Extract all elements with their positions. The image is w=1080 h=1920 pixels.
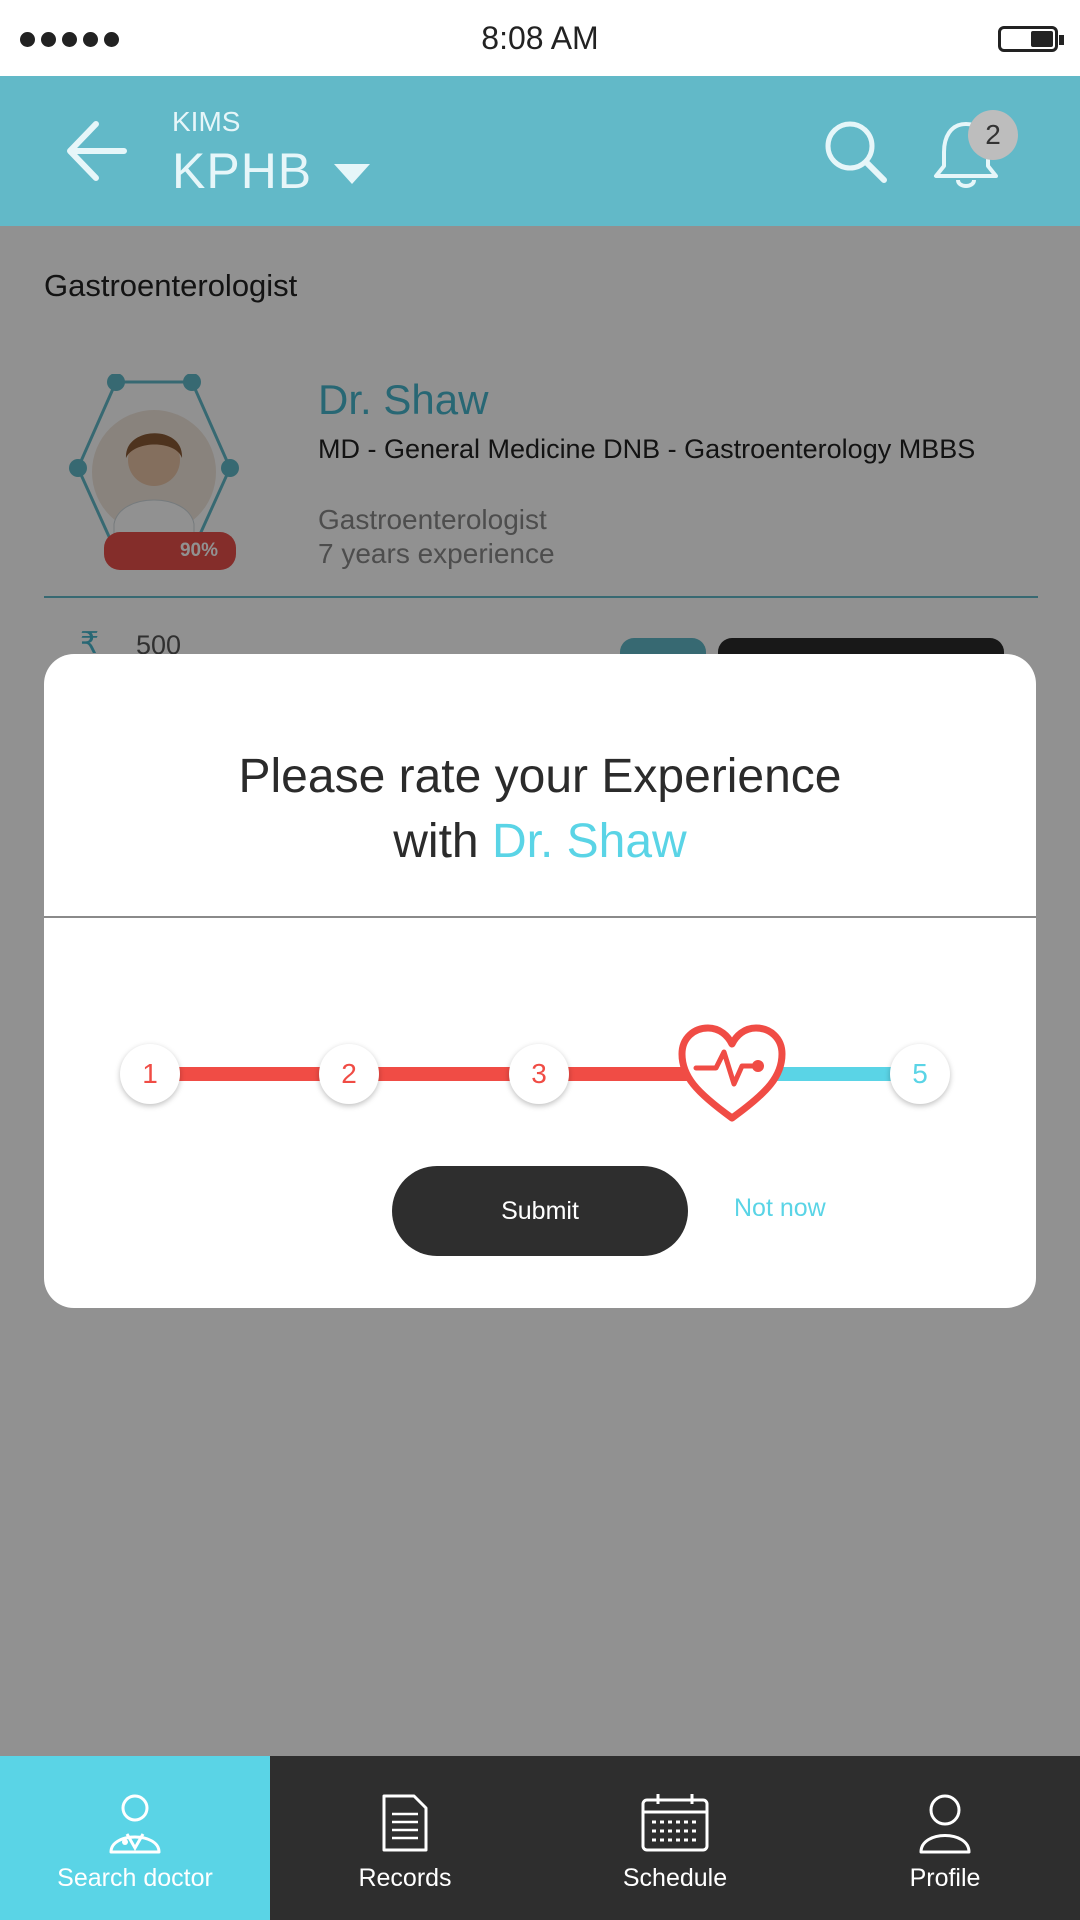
chevron-down-icon[interactable] [334,164,370,184]
tab-label: Profile [909,1864,981,1892]
status-time: 8:08 AM [481,20,599,56]
hospital-name: KIMS [172,106,241,137]
rating-step-2[interactable]: 2 [319,1044,379,1104]
status-bar: 8:08 AM [0,0,1080,76]
rating-step-3[interactable]: 3 [509,1044,569,1104]
tab-schedule[interactable]: Schedule [540,1756,810,1920]
app-header: KIMS KPHB 2 [0,76,1080,226]
doctor-icon [105,1792,165,1859]
person-icon [917,1792,973,1859]
bottom-tab-bar: Search doctor Records Schedule Profile [0,1756,1080,1920]
rating-modal: Please rate your Experience with Dr. Sha… [44,654,1036,1308]
modal-title-with: with [393,815,479,868]
tab-search-doctor[interactable]: Search doctor [0,1756,270,1920]
modal-doctor-name: Dr. Shaw [491,815,687,868]
back-arrow-icon[interactable] [62,116,132,191]
tab-label: Search doctor [57,1864,213,1892]
modal-divider [44,916,1036,918]
rating-track-filled [150,1067,740,1081]
not-now-link[interactable]: Not now [734,1194,826,1223]
submit-button[interactable]: Submit [392,1166,688,1256]
rating-step-1[interactable]: 1 [120,1044,180,1104]
search-icon[interactable] [822,118,888,189]
rating-step-5[interactable]: 5 [890,1044,950,1104]
battery-icon [998,26,1064,52]
branch-selector[interactable]: KPHB [172,142,312,200]
modal-title: Please rate your Experience with Dr. Sha… [44,744,1036,874]
notification-badge[interactable]: 2 [968,110,1018,160]
tab-profile[interactable]: Profile [810,1756,1080,1920]
document-icon [380,1792,430,1859]
tab-label: Schedule [622,1864,728,1892]
rating-slider[interactable]: 1 2 3 5 [44,1014,1036,1134]
heart-rate-icon[interactable] [676,1022,788,1131]
tab-records[interactable]: Records [270,1756,540,1920]
tab-label: Records [358,1864,452,1892]
calendar-icon [640,1792,710,1859]
modal-title-line1: Please rate your Experience [238,750,842,803]
